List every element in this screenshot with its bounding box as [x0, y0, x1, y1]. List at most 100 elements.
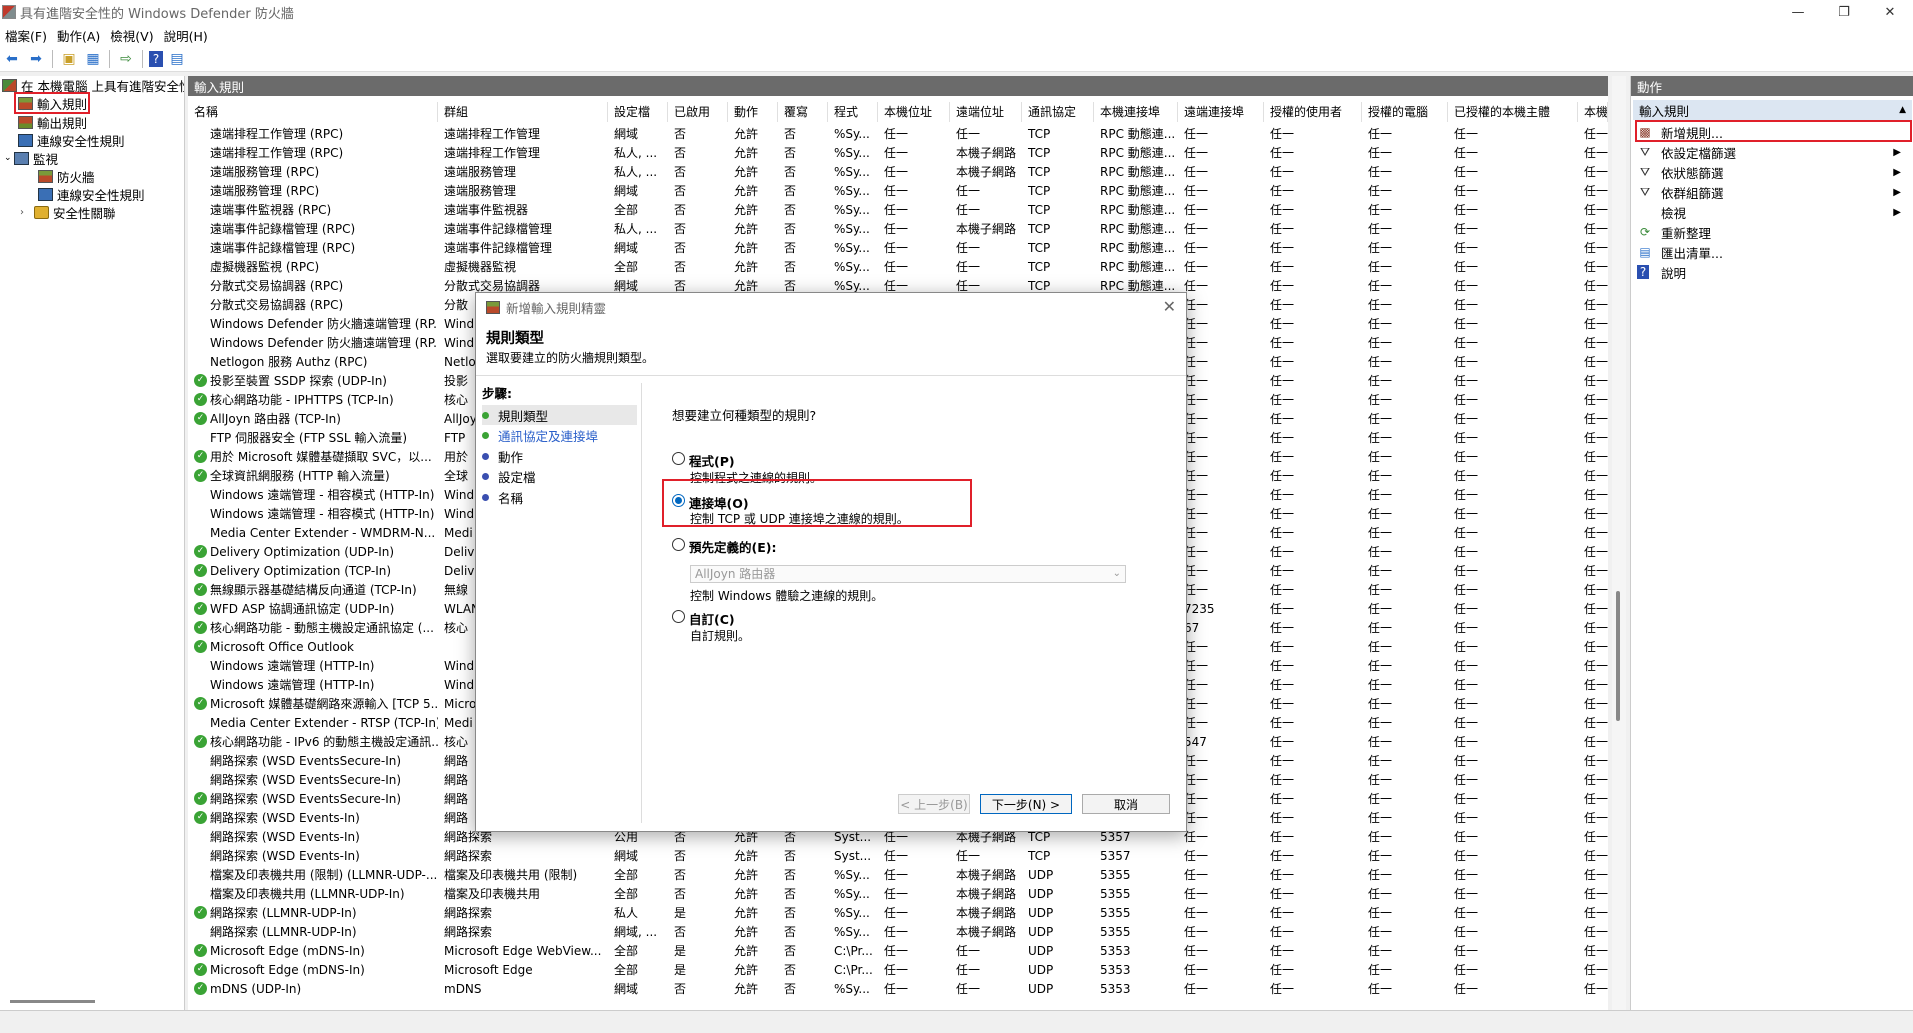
col-profile-header[interactable]: 設定檔: [608, 102, 668, 122]
tree-item-monitor-firewall[interactable]: 防火牆: [38, 167, 95, 185]
menu-file[interactable]: 檔案(F): [0, 26, 52, 45]
table-row[interactable]: 遠端排程工作管理 (RPC) 遠端排程工作管理 網域 否 允許 否 %Sy... 任一 任一 TC…: [188, 124, 1608, 143]
table-row[interactable]: ✓ 網路探索 (LLMNR-UDP-In) 網路探索 私人 是 允許 否 %Sy... 任一 本機…: [188, 903, 1608, 922]
rule-name: 網路探索 (WSD EventsSecure-In): [210, 773, 402, 787]
back-button[interactable]: < 上一步(B): [898, 794, 970, 814]
col-group: 遠端排程工作管理: [444, 127, 541, 141]
vertical-scrollbar[interactable]: [1612, 76, 1626, 1010]
action-item[interactable]: 檢視 ▶: [1637, 202, 1907, 222]
col-local-port-header[interactable]: 本機連接埠: [1094, 102, 1178, 122]
option-predefined[interactable]: 預先定義的(E):: [672, 537, 776, 556]
dialog-close-button[interactable]: ✕: [1163, 297, 1176, 316]
table-row[interactable]: 網路探索 (LLMNR-UDP-In) 網路探索 網域, ... 否 允許 否 %Sy...…: [188, 922, 1608, 941]
table-row[interactable]: 遠端事件記錄檔管理 (RPC) 遠端事件記錄檔管理 網域 否 允許 否 %Sy... 任一 任一…: [188, 238, 1608, 257]
tree-item-monitor[interactable]: ⌄ 監視: [4, 149, 58, 167]
col-local-address-header[interactable]: 本機位址: [878, 102, 950, 122]
table-row[interactable]: 檔案及印表機共用 (LLMNR-UDP-In) 檔案及印表機共用 全部 否 允許 否 %Sy…: [188, 884, 1608, 903]
rule-status-icon: [194, 526, 207, 539]
table-row[interactable]: 檔案及印表機共用 (限制) (LLMNR-UDP-... 檔案及印表機共用 (限制…: [188, 865, 1608, 884]
col-authorized-computers-header[interactable]: 授權的電腦: [1362, 102, 1448, 122]
horizontal-scrollbar[interactable]: [10, 1000, 95, 1003]
menu-help[interactable]: 說明(H): [159, 26, 213, 45]
minimize-button[interactable]: —: [1775, 0, 1821, 24]
table-row[interactable]: 網路探索 (WSD Events-In) 網路探索 網域 否 允許 否 Syst... 任一 任…: [188, 846, 1608, 865]
table-row[interactable]: 遠端事件監視器 (RPC) 遠端事件監視器 全部 否 允許 否 %Sy... 任一 任一 TCP R…: [188, 200, 1608, 219]
tree-item-security-associations[interactable]: › 安全性關聯: [20, 203, 116, 221]
step-profile[interactable]: 設定檔: [482, 466, 637, 486]
predefined-select[interactable]: AllJoyn 路由器 ⌄: [690, 565, 1126, 583]
col-local-user: 任一: [1584, 165, 1608, 179]
action-item[interactable]: ⛛ 依群組篩選 ▶: [1637, 182, 1907, 202]
col-name: FTP 伺服器安全 (FTP SSL 輸入流量): [188, 429, 438, 446]
col-name-header[interactable]: 名稱: [188, 102, 438, 122]
forward-arrow-icon[interactable]: ➡: [26, 49, 46, 69]
table-row[interactable]: 遠端排程工作管理 (RPC) 遠端排程工作管理 私人, ... 否 允許 否 %Sy... 任…: [188, 143, 1608, 162]
col-program: %Sy...: [834, 202, 870, 217]
table-row[interactable]: ✓ Microsoft Edge (mDNS-In) Microsoft Edge 全…: [188, 960, 1608, 979]
table-row[interactable]: 遠端服務管理 (RPC) 遠端服務管理 私人, ... 否 允許 否 %Sy... 任一 本機子…: [188, 162, 1608, 181]
col-authorized-computers: 任一: [1368, 374, 1393, 388]
table-row[interactable]: 虛擬機器監視 (RPC) 虛擬機器監視 全部 否 允許 否 %Sy... 任一 任一 TCP RPC…: [188, 257, 1608, 276]
radio-program[interactable]: [672, 452, 685, 465]
col-override: 否: [784, 925, 797, 939]
col-action-header[interactable]: 動作: [728, 102, 778, 122]
table-row[interactable]: 遠端服務管理 (RPC) 遠端服務管理 網域 否 允許 否 %Sy... 任一 任一 TCP RPC…: [188, 181, 1608, 200]
radio-port[interactable]: [672, 494, 685, 507]
tree-item-connection-security[interactable]: 連線安全性規則: [18, 131, 125, 149]
action-item[interactable]: ⟳ 重新整理: [1637, 222, 1907, 242]
col-authorized-local-principals: 任一: [1454, 317, 1479, 331]
show-hide-action-pane-icon[interactable]: ▤: [167, 49, 187, 69]
action-item[interactable]: ? 說明: [1637, 262, 1907, 282]
rule-name: 用於 Microsoft 媒體基礎擷取 SVC，以...: [210, 450, 432, 464]
maximize-button[interactable]: ❐: [1821, 0, 1867, 24]
export-list-icon[interactable]: ⇨: [116, 49, 136, 69]
up-folder-icon[interactable]: ▣: [59, 49, 79, 69]
step-name[interactable]: 名稱: [482, 487, 637, 507]
action-item[interactable]: ⛛ 依設定檔篩選 ▶: [1637, 142, 1907, 162]
back-arrow-icon[interactable]: ⬅: [2, 49, 22, 69]
menu-action[interactable]: 動作(A): [52, 26, 105, 45]
radio-custom[interactable]: [672, 610, 685, 623]
scrollbar-thumb[interactable]: [1616, 591, 1620, 721]
step-action[interactable]: 動作: [482, 446, 637, 466]
table-row[interactable]: ✓ mDNS (UDP-In) mDNS 網域 否 允許 否 %Sy... 任一 任一 UDP 535…: [188, 979, 1608, 998]
radio-predefined[interactable]: [672, 538, 685, 551]
col-name: ✓ Delivery Optimization (TCP-In): [188, 564, 438, 578]
actions-section-inbound[interactable]: 輸入規則 ▲: [1633, 100, 1912, 120]
expand-chevron-icon[interactable]: ›: [20, 207, 34, 218]
help-icon[interactable]: ?: [149, 50, 163, 67]
outbound-rules-icon: [18, 115, 33, 129]
table-row[interactable]: ✓ Microsoft Edge (mDNS-In) Microsoft Edge …: [188, 941, 1608, 960]
col-remote-port-header[interactable]: 遠端連接埠: [1178, 102, 1264, 122]
col-remote-port: 547: [1184, 734, 1207, 749]
tree-item-outbound-rules[interactable]: 輸出規則: [18, 113, 87, 131]
col-authorized-users-header[interactable]: 授權的使用者: [1264, 102, 1362, 122]
collapse-chevron-icon[interactable]: ⌄: [4, 153, 14, 163]
col-override-header[interactable]: 覆寫: [778, 102, 828, 122]
table-row[interactable]: 遠端事件記錄檔管理 (RPC) 遠端事件記錄檔管理 私人, ... 否 允許 否 %Sy..…: [188, 219, 1608, 238]
action-item[interactable]: ⛛ 依狀態篩選 ▶: [1637, 162, 1907, 182]
show-hide-tree-icon[interactable]: ▦: [83, 49, 103, 69]
col-program-header[interactable]: 程式: [828, 102, 878, 122]
col-protocol-header[interactable]: 通訊協定: [1022, 102, 1094, 122]
col-enabled-header[interactable]: 已啟用: [668, 102, 728, 122]
col-authorized-local-principals-header[interactable]: 已授權的本機主體: [1448, 102, 1578, 122]
step-rule-type[interactable]: 規則類型: [482, 405, 637, 425]
option-custom[interactable]: 自訂(C): [672, 609, 735, 628]
close-button[interactable]: ✕: [1867, 0, 1913, 24]
col-group-header[interactable]: 群組: [438, 102, 608, 122]
col-local-user: 任一: [1584, 830, 1608, 844]
col-local-user-header[interactable]: 本機使: [1578, 102, 1608, 122]
collapse-up-icon[interactable]: ▲: [1899, 105, 1906, 115]
col-action: 允許: [734, 963, 759, 977]
col-name: Media Center Extender - RTSP (TCP-In): [188, 716, 438, 730]
option-program[interactable]: 程式(P): [672, 451, 735, 470]
next-button[interactable]: 下一步(N) >: [980, 794, 1072, 814]
action-item[interactable]: ▤ 匯出清單...: [1637, 242, 1907, 262]
tree-item-monitor-connsec[interactable]: 連線安全性規則: [38, 185, 145, 203]
col-authorized-computers: 任一: [1368, 564, 1393, 578]
menu-view[interactable]: 檢視(V): [105, 26, 158, 45]
col-remote-address-header[interactable]: 遠端位址: [950, 102, 1022, 122]
cancel-button[interactable]: 取消: [1082, 794, 1170, 814]
step-protocol-ports[interactable]: 通訊協定及連接埠: [482, 425, 637, 445]
